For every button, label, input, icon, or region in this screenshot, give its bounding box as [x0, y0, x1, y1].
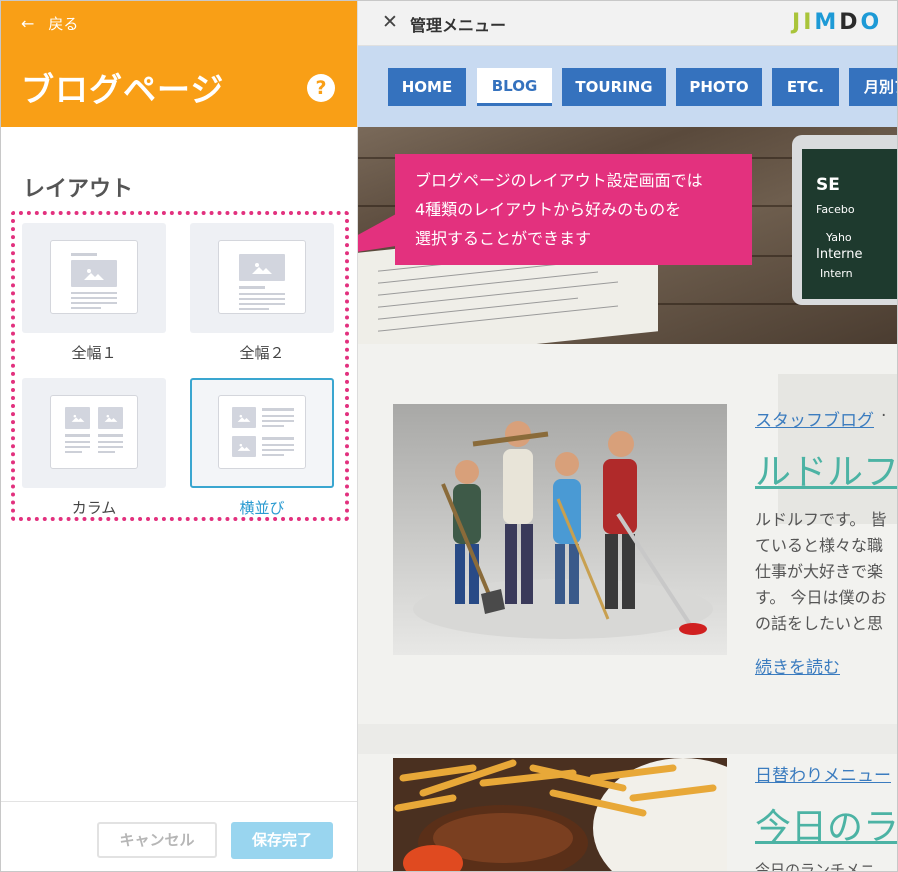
layout-preview-icon: [218, 395, 306, 469]
admin-menu-title[interactable]: 管理メニュー: [410, 12, 506, 36]
category-separator: ·: [881, 406, 887, 426]
back-label: 戻る: [48, 15, 79, 33]
image-placeholder-icon: [65, 407, 90, 429]
logo-letter: O: [860, 10, 881, 35]
logo-letter: I: [803, 10, 813, 35]
nav-item-blog[interactable]: BLOG: [477, 68, 552, 106]
jimdo-logo: J I M D O: [792, 10, 880, 35]
screen-text: Yaho: [826, 231, 852, 244]
layout-preview-icon: [50, 240, 138, 314]
post-image-figurines[interactable]: [393, 404, 727, 655]
screen-text: Intern: [820, 267, 853, 280]
nav-item-home[interactable]: HOME: [388, 68, 466, 106]
panel-header: ← 戻る ブログページ ?: [1, 1, 357, 127]
layout-option-column[interactable]: [22, 378, 166, 488]
read-more-link[interactable]: 続きを読む: [755, 653, 840, 678]
image-placeholder-icon: [71, 260, 117, 287]
callout-line: 4種類のレイアウトから好みのものを: [415, 200, 682, 219]
post-excerpt: 今日のランチメニ: [755, 861, 876, 871]
image-placeholder-icon: [98, 407, 123, 429]
image-placeholder-icon: [232, 407, 256, 428]
site-preview: ✕ 管理メニュー J I M D O HOME BLOG TOURING PHO…: [358, 1, 897, 871]
screen-text: SE: [816, 175, 840, 195]
panel-title: ブログページ: [21, 70, 225, 109]
logo-letter: J: [792, 10, 802, 35]
post-title-link[interactable]: ルドルフ: [755, 443, 897, 495]
layout-preview-icon: [218, 240, 306, 314]
excerpt-line: 仕事が大好きで楽: [755, 562, 884, 581]
help-icon[interactable]: ?: [307, 74, 335, 102]
nav-item-photo[interactable]: PHOTO: [676, 68, 762, 106]
excerpt-line: の話をしたいと思: [755, 614, 884, 633]
nav-item-touring[interactable]: TOURING: [562, 68, 666, 106]
laptop-screen: SE Facebo Yaho Interne Intern: [802, 149, 897, 299]
admin-bar: ✕ 管理メニュー J I M D O: [358, 1, 897, 46]
panel-footer: キャンセル 保存完了: [1, 801, 357, 871]
layout-option-label-selected: 横並び: [239, 499, 285, 517]
layout-heading: レイアウト: [23, 177, 134, 202]
post-excerpt: ルドルフです。 皆 ていると様々な職 仕事が大好きで楽 す。 今日は僕のお の話…: [755, 507, 887, 637]
callout-line: ブログページのレイアウト設定画面では: [415, 171, 703, 190]
image-placeholder-icon: [232, 436, 256, 457]
callout-line: 選択することができます: [415, 229, 592, 248]
laptop-image: SE Facebo Yaho Interne Intern: [792, 135, 897, 305]
arrow-left-icon: ←: [21, 14, 35, 33]
nav-item-etc[interactable]: ETC.: [772, 68, 839, 106]
layout-option-fullwidth-2[interactable]: [190, 223, 334, 333]
post-category-link[interactable]: 日替わりメニュー: [755, 761, 891, 786]
excerpt-line: す。 今日は僕のお: [755, 588, 887, 607]
layout-preview-icon: [50, 395, 138, 469]
blog-settings-panel: ← 戻る ブログページ ? レイアウト 全幅１ 全幅２ カラム 横並び キャンセ…: [1, 1, 358, 871]
save-button[interactable]: 保存完了: [231, 822, 333, 859]
logo-letter: D: [839, 10, 859, 35]
layout-option-fullwidth-1[interactable]: [22, 223, 166, 333]
post-category-link[interactable]: スタッフブログ: [755, 406, 874, 431]
excerpt-line: ルドルフです。 皆: [755, 510, 887, 529]
post-title-link[interactable]: 今日のラ: [755, 798, 897, 850]
nav-item-monthly[interactable]: 月別ア: [849, 68, 897, 106]
screenshot-frame: ← 戻る ブログページ ? レイアウト 全幅１ 全幅２ カラム 横並び キャンセ…: [0, 0, 898, 872]
post-image-steak[interactable]: [393, 758, 727, 871]
layout-option-side-by-side[interactable]: [190, 378, 334, 488]
logo-letter: M: [814, 10, 838, 35]
image-placeholder-icon: [239, 254, 285, 281]
layout-option-label: カラム: [71, 499, 117, 517]
site-navigation: HOME BLOG TOURING PHOTO ETC. 月別ア: [358, 46, 897, 127]
screen-text: Facebo: [816, 203, 855, 216]
callout-pointer-icon: [358, 214, 396, 252]
annotation-callout: ブログページのレイアウト設定画面では 4種類のレイアウトから好みのものを 選択す…: [395, 154, 752, 265]
close-icon[interactable]: ✕: [382, 11, 398, 33]
excerpt-line: ていると様々な職: [755, 536, 884, 555]
back-button[interactable]: ← 戻る: [21, 13, 78, 34]
layout-option-label: 全幅１: [71, 344, 117, 362]
layout-option-label: 全幅２: [239, 344, 285, 362]
screen-text: Interne: [816, 247, 863, 262]
cancel-button[interactable]: キャンセル: [97, 822, 217, 858]
